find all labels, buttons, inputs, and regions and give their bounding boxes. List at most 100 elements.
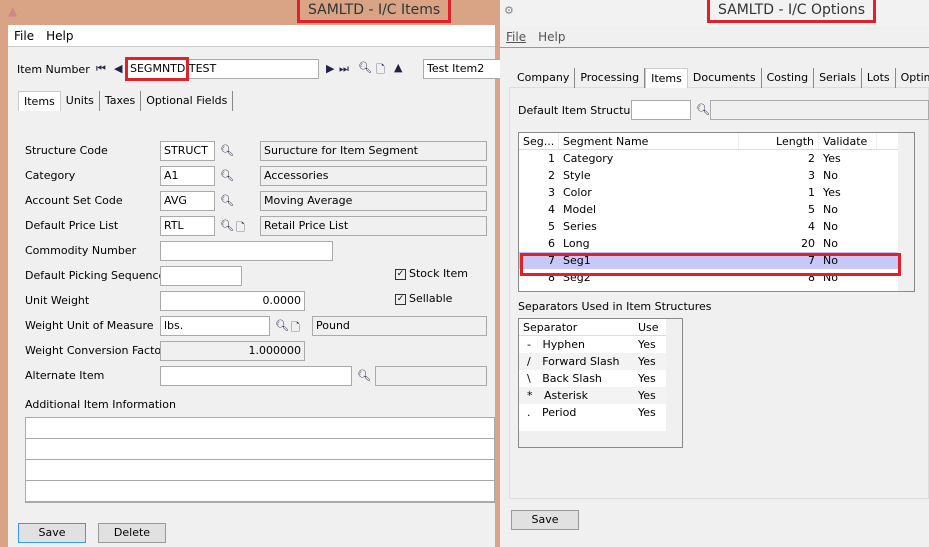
- menu-file[interactable]: File: [14, 29, 34, 43]
- segments-header[interactable]: Length: [739, 133, 819, 149]
- stock-item-checkbox[interactable]: ✓ Stock Item: [395, 267, 468, 280]
- segment-cell: No: [823, 220, 838, 233]
- field-input[interactable]: AVG: [160, 191, 215, 211]
- separator-use: Yes: [638, 389, 656, 402]
- tab-processing[interactable]: Processing: [575, 68, 646, 88]
- menu-help[interactable]: Help: [46, 29, 73, 43]
- separator-symbol: *: [527, 389, 533, 402]
- field-input[interactable]: lbs.: [160, 316, 270, 336]
- segment-cell: Model: [563, 203, 597, 216]
- separator-symbol: \: [527, 372, 531, 385]
- search-icon[interactable]: 🔍︎: [358, 61, 372, 74]
- segment-cell: Style: [563, 169, 591, 182]
- field-input[interactable]: [160, 366, 352, 386]
- options-window-title: SAMLTD - I/C Options: [707, 0, 877, 23]
- search-icon[interactable]: 🔍︎: [275, 319, 289, 332]
- segment-row[interactable]: 6 Long 20 No: [519, 235, 914, 252]
- separator-symbol: .: [527, 406, 531, 419]
- tab-costing[interactable]: Costing: [762, 68, 815, 88]
- segment-highlight: [125, 57, 189, 81]
- field-input[interactable]: [160, 241, 333, 261]
- field-label: Account Set Code: [25, 194, 123, 207]
- tab-items[interactable]: Items: [18, 91, 61, 111]
- separator-row[interactable]: . Period Yes: [519, 404, 682, 421]
- item-description-input[interactable]: Test Item2: [423, 59, 503, 79]
- tab-company[interactable]: Company: [512, 68, 576, 88]
- default-structure-input[interactable]: [631, 100, 691, 120]
- separators-header[interactable]: Use: [634, 319, 669, 335]
- separators-vertical-scrollbar[interactable]: [666, 319, 682, 447]
- tab-items[interactable]: Items: [645, 68, 688, 88]
- search-icon[interactable]: 🔍︎: [696, 103, 710, 116]
- separator-name: Period: [542, 406, 577, 419]
- field-input[interactable]: [160, 266, 242, 286]
- tab-serials[interactable]: Serials: [814, 68, 862, 88]
- additional-info-grid[interactable]: [25, 417, 495, 503]
- search-icon[interactable]: 🔍︎: [357, 369, 371, 382]
- field-input[interactable]: RTL: [160, 216, 215, 236]
- field-label: Commodity Number: [25, 244, 137, 257]
- field-input[interactable]: A1: [160, 166, 215, 186]
- save-button[interactable]: Save: [18, 523, 86, 543]
- field-description: Accessories: [260, 166, 487, 186]
- items-app-icon: ▲: [8, 4, 18, 18]
- first-record-icon[interactable]: ⏮: [96, 62, 106, 76]
- options-menu-bar: File Help: [500, 26, 929, 48]
- segments-header[interactable]: Seg...: [519, 133, 559, 149]
- segment-row[interactable]: 4 Model 5 No: [519, 201, 914, 218]
- separators-grid[interactable]: Separator Use - Hyphen Yes / Forward Slash Ye…: [518, 318, 683, 448]
- field-description: [375, 366, 487, 386]
- additional-info-label: Additional Item Information: [25, 398, 176, 411]
- tab-taxes[interactable]: Taxes: [100, 91, 142, 111]
- segment-cell: 5: [808, 203, 815, 216]
- segments-header[interactable]: Validate: [819, 133, 877, 149]
- field-input[interactable]: STRUCT: [160, 141, 215, 161]
- menu-file[interactable]: File: [506, 30, 526, 44]
- separators-horizontal-scrollbar[interactable]: [519, 431, 682, 447]
- search-icon[interactable]: 🔍︎: [220, 194, 234, 207]
- item-number-rest: TEST: [185, 62, 217, 75]
- field-input[interactable]: 0.0000: [160, 291, 305, 311]
- separator-row[interactable]: / Forward Slash Yes: [519, 353, 682, 370]
- sellable-checkbox[interactable]: ✓ Sellable: [395, 292, 452, 305]
- segments-header[interactable]: Segment Name: [559, 133, 739, 149]
- tab-lots[interactable]: Lots: [862, 68, 896, 88]
- segment-row[interactable]: 1 Category 2 Yes: [519, 150, 914, 167]
- next-record-icon[interactable]: ▶: [326, 62, 334, 75]
- field-label: Unit Weight: [25, 294, 90, 307]
- tab-units[interactable]: Units: [61, 91, 100, 111]
- new-document-icon[interactable]: 🗋: [291, 319, 300, 338]
- separators-header[interactable]: Separator: [519, 319, 634, 335]
- new-document-icon[interactable]: 🗋: [236, 219, 245, 238]
- tab-optimizer[interactable]: Optimizer: [896, 68, 929, 88]
- separator-use: Yes: [638, 338, 656, 351]
- separator-name: Asterisk: [544, 389, 589, 402]
- segment-cell: 3: [808, 169, 815, 182]
- search-icon[interactable]: 🔍︎: [220, 144, 234, 157]
- segment-row[interactable]: 5 Series 4 No: [519, 218, 914, 235]
- tab-optional-fields[interactable]: Optional Fields: [141, 91, 234, 111]
- options-save-button[interactable]: Save: [511, 510, 579, 530]
- new-document-icon[interactable]: 🗋: [376, 61, 385, 80]
- field-label: Weight Unit of Measure: [25, 319, 154, 332]
- gear-icon: ⚙: [504, 4, 514, 17]
- separator-row[interactable]: - Hyphen Yes: [519, 336, 682, 353]
- segment-row[interactable]: 3 Color 1 Yes: [519, 184, 914, 201]
- tab-documents[interactable]: Documents: [688, 68, 762, 88]
- collapse-icon[interactable]: ▲: [394, 61, 402, 74]
- previous-record-icon[interactable]: ◀: [114, 62, 122, 75]
- segment-cell: No: [823, 237, 838, 250]
- last-record-icon[interactable]: ⏭: [339, 62, 349, 76]
- menu-help[interactable]: Help: [538, 30, 565, 44]
- search-icon[interactable]: 🔍︎: [220, 219, 234, 232]
- segment-row[interactable]: 2 Style 3 No: [519, 167, 914, 184]
- delete-button[interactable]: Delete: [98, 523, 166, 543]
- segment-cell: No: [823, 169, 838, 182]
- default-structure-desc: [710, 100, 929, 120]
- separator-row[interactable]: * Asterisk Yes: [519, 387, 682, 404]
- search-icon[interactable]: 🔍︎: [220, 169, 234, 182]
- field-description: Suructure for Item Segment: [260, 141, 487, 161]
- segment-cell: 3: [548, 186, 555, 199]
- items-tabs: Items Units Taxes Optional Fields: [18, 91, 234, 111]
- separator-row[interactable]: \ Back Slash Yes: [519, 370, 682, 387]
